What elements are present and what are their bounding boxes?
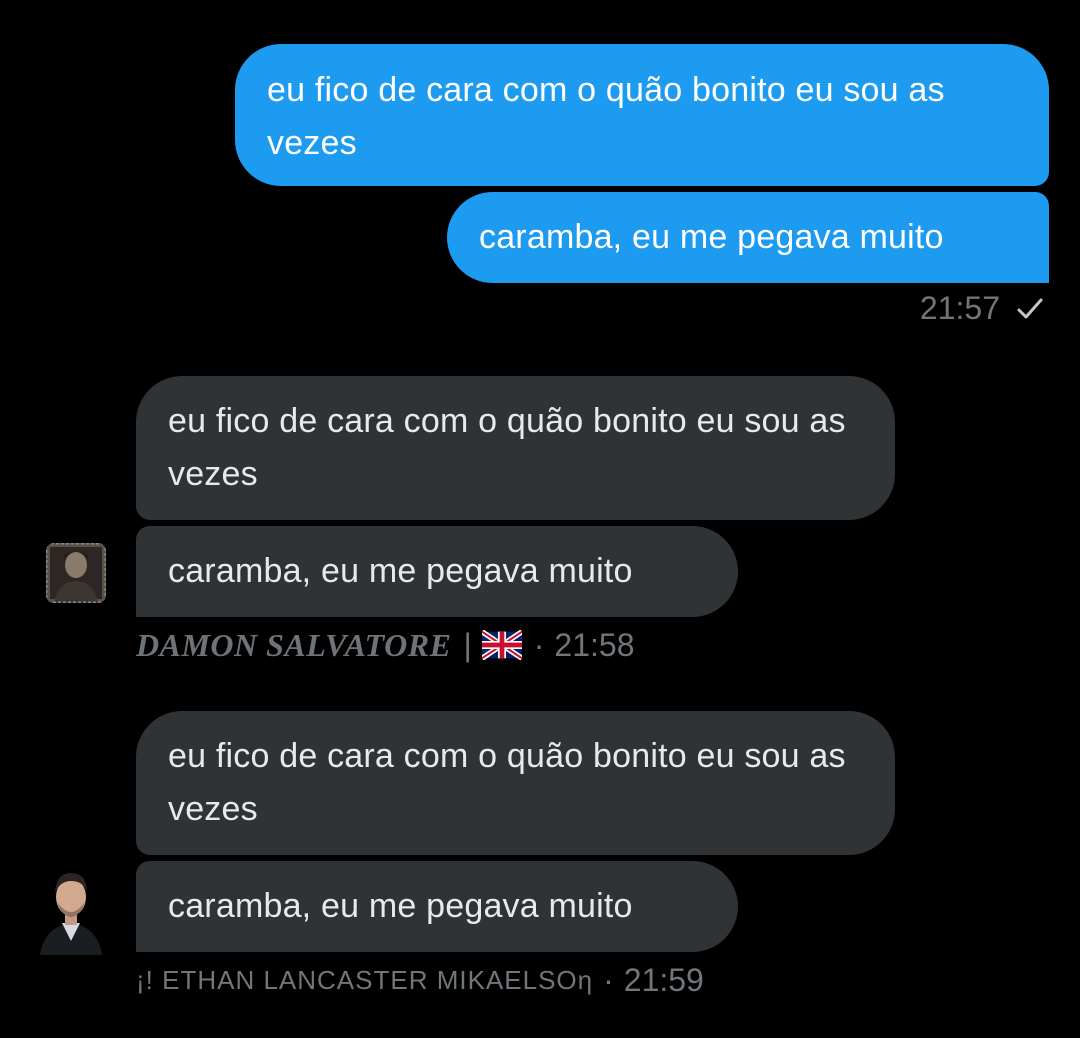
received-message-meta: ¡! ETHAN LANCASTER MIKAELSOη · 21:59: [136, 958, 704, 1002]
sent-message-bubble[interactable]: eu fico de cara com o quão bonito eu sou…: [235, 44, 1049, 186]
received-message-text: eu fico de cara com o quão bonito eu sou…: [168, 737, 846, 828]
check-icon: [1016, 296, 1044, 322]
avatar[interactable]: [46, 543, 106, 603]
sent-message-text: eu fico de cara com o quão bonito eu sou…: [267, 71, 945, 162]
message-timestamp: 21:58: [554, 626, 635, 663]
received-message-bubble[interactable]: eu fico de cara com o quão bonito eu sou…: [136, 711, 895, 855]
received-message-bubble[interactable]: caramba, eu me pegava muito: [136, 861, 738, 952]
name-separator: |: [463, 626, 472, 663]
sender-name[interactable]: ¡! ETHAN LANCASTER MIKAELSOη: [136, 965, 593, 996]
sent-message-meta: 21:57: [920, 290, 1044, 327]
received-message-bubble[interactable]: caramba, eu me pegava muito: [136, 526, 738, 617]
received-message-bubble[interactable]: eu fico de cara com o quão bonito eu sou…: [136, 376, 895, 520]
avatar[interactable]: [38, 865, 104, 955]
received-message-meta: DAMON SALVATORE | · 21:58: [136, 623, 634, 667]
received-message-text: caramba, eu me pegava muito: [168, 887, 633, 925]
received-message-text: eu fico de cara com o quão bonito eu sou…: [168, 402, 846, 493]
message-timestamp: 21:59: [623, 961, 704, 998]
meta-dot: ·: [603, 961, 614, 998]
sent-message-text: caramba, eu me pegava muito: [479, 218, 944, 256]
meta-dot: ·: [533, 626, 545, 663]
message-timestamp: 21:57: [919, 290, 1000, 326]
sent-message-bubble[interactable]: caramba, eu me pegava muito: [447, 192, 1049, 283]
received-message-text: caramba, eu me pegava muito: [168, 552, 633, 590]
uk-flag-icon: [481, 630, 522, 660]
sender-name[interactable]: DAMON SALVATORE: [136, 627, 451, 664]
